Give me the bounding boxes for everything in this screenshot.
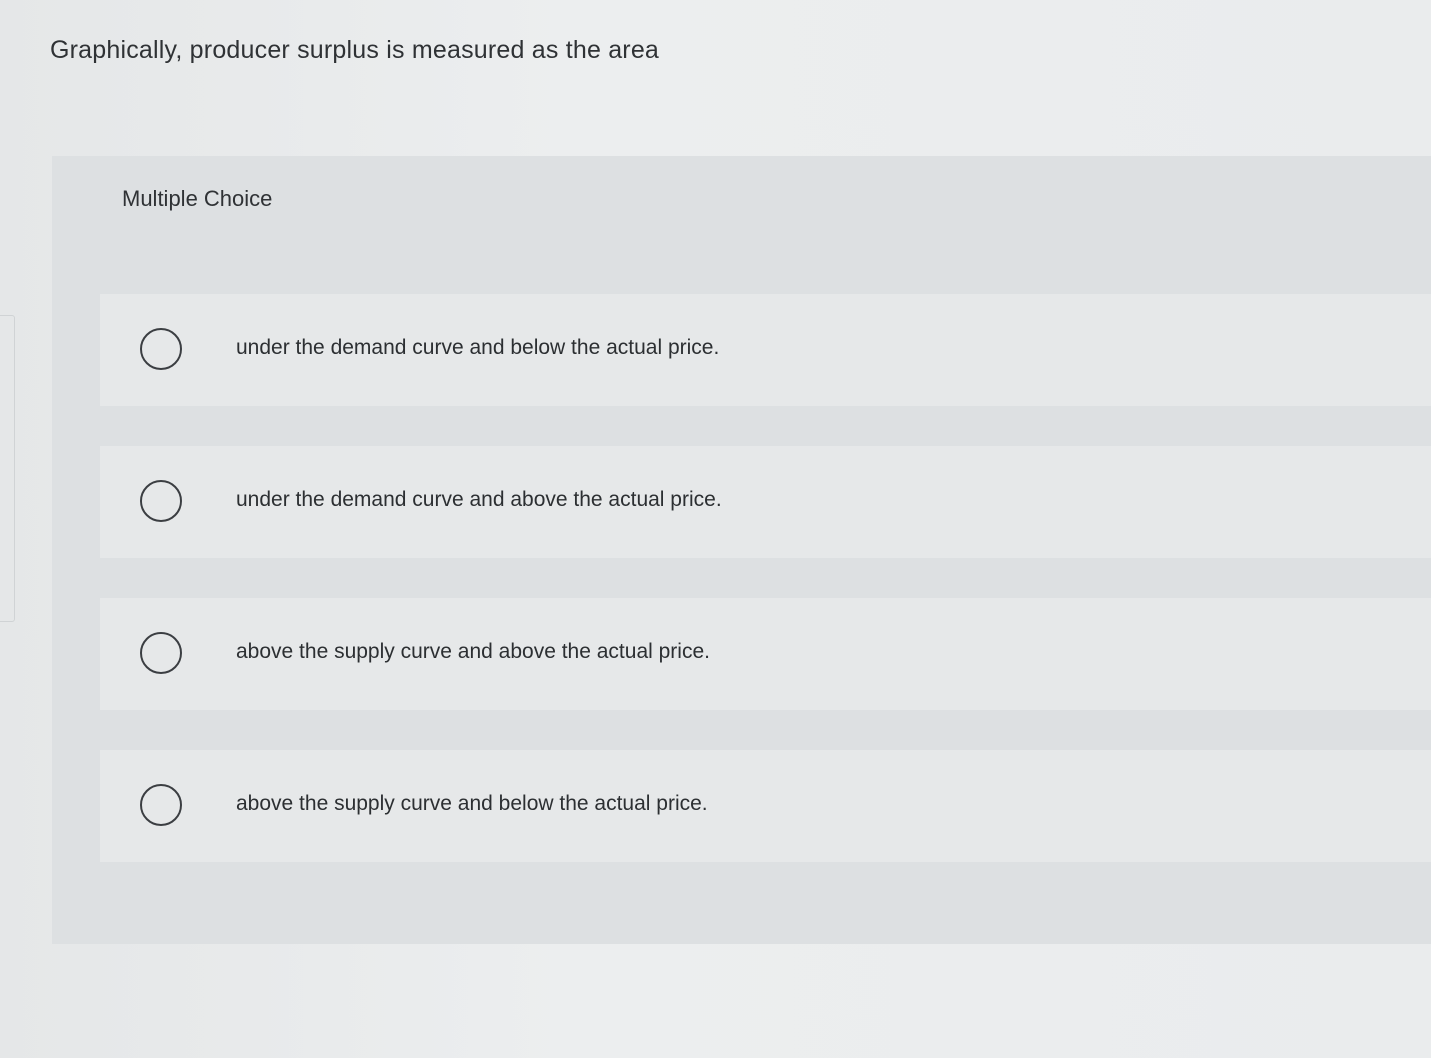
option-4[interactable]: above the supply curve and below the act… <box>100 750 1431 862</box>
option-label[interactable]: above the supply curve and below the act… <box>236 792 708 816</box>
option-label[interactable]: under the demand curve and above the act… <box>236 488 722 512</box>
multiple-choice-header: Multiple Choice <box>122 186 273 211</box>
page: Graphically, producer surplus is measure… <box>0 0 1431 1058</box>
radio-button-icon[interactable] <box>140 328 182 370</box>
multiple-choice-panel: Multiple Choice under the demand curve a… <box>52 156 1431 944</box>
question-text: Graphically, producer surplus is measure… <box>50 36 660 64</box>
radio-button-icon[interactable] <box>140 632 182 674</box>
option-1[interactable]: under the demand curve and below the act… <box>100 294 1431 406</box>
option-3[interactable]: above the supply curve and above the act… <box>100 598 1431 710</box>
option-label[interactable]: under the demand curve and below the act… <box>236 336 719 360</box>
radio-button-icon[interactable] <box>140 784 182 826</box>
radio-button-icon[interactable] <box>140 480 182 522</box>
option-label[interactable]: above the supply curve and above the act… <box>236 640 710 664</box>
option-2[interactable]: under the demand curve and above the act… <box>100 446 1431 558</box>
options-list: under the demand curve and below the act… <box>100 294 1431 862</box>
left-edge-panel <box>0 315 15 622</box>
